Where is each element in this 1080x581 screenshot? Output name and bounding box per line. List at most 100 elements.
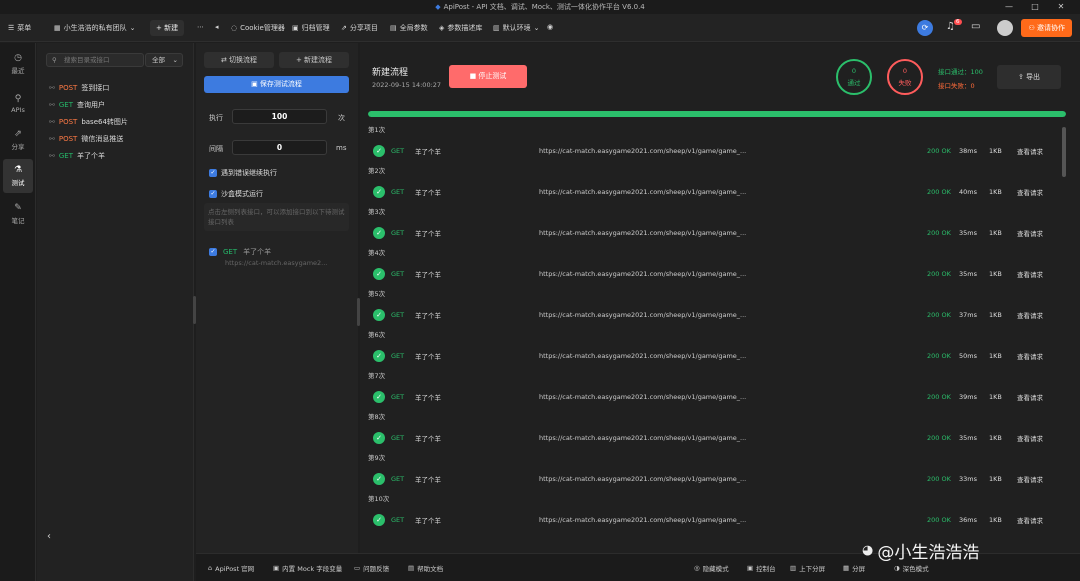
sync-icon[interactable]: ⟳ [917, 20, 933, 36]
theme-button[interactable]: ◑ 深色模式 [894, 563, 929, 573]
param-library-button[interactable]: ◈ 参数描述库 [439, 23, 482, 33]
nav-notes[interactable]: ✎ 笔记 [0, 197, 36, 231]
maximize-button[interactable]: □ [1022, 0, 1048, 14]
view-request-link[interactable]: 查看请求 [1017, 351, 1043, 361]
document-icon[interactable]: ▭ [971, 21, 980, 32]
window-titlebar: ◆ ApiPost - API 文档、调试、Mock、测试一体化协作平台 V6.… [0, 0, 1080, 14]
flow-item-checkbox[interactable]: ✓ [209, 248, 217, 256]
results-scrollbar[interactable] [1062, 127, 1066, 177]
nav-test[interactable]: ⚗ 测试 [3, 159, 33, 193]
official-site-link[interactable]: ⌂ ApiPost 官网 [208, 563, 254, 573]
hide-mode-button[interactable]: ◎ 隐藏模式 [694, 563, 729, 573]
share-project-button[interactable]: ⇗ 分享项目 [341, 23, 378, 33]
method-badge: GET [391, 146, 405, 155]
team-selector[interactable]: ▦ 小生浩浩的私有团队 ⌄ [54, 23, 136, 33]
help-docs-link[interactable]: ▤ 帮助文档 [408, 563, 443, 573]
avatar[interactable] [997, 20, 1013, 36]
hide-mode-label: 隐藏模式 [702, 565, 729, 573]
close-button[interactable]: ✕ [1048, 0, 1074, 14]
status-code: 200 OK [927, 228, 951, 237]
success-check-icon: ✓ [373, 267, 385, 280]
result-row[interactable]: ✓ GET 羊了个羊 https://cat-match.easygame2021.c… [368, 465, 1068, 492]
feedback-icon: ▭ [354, 564, 361, 572]
view-request-link[interactable]: 查看请求 [1017, 474, 1043, 484]
param-library-label: 参数描述库 [447, 24, 483, 32]
flow-config-panel: ⇄ 切换流程 + 新建流程 ▣ 保存测试流程 执行 100 次 间隔 0 ms … [196, 43, 358, 553]
split-vertical-button[interactable]: ▥ 上下分屏 [790, 563, 825, 573]
view-request-link[interactable]: 查看请求 [1017, 515, 1043, 525]
response-size: 1KB [989, 228, 1002, 237]
status-code: 200 OK [927, 351, 951, 360]
export-button[interactable]: ⇪ 导出 [997, 65, 1061, 89]
api-item[interactable]: ⚯ POST 签到接口 [49, 79, 189, 96]
run-label: 第3次 [368, 208, 386, 216]
view-request-link[interactable]: 查看请求 [1017, 187, 1043, 197]
save-test-flow-button[interactable]: ▣ 保存测试流程 [204, 76, 349, 93]
api-name: 羊了个羊 [415, 311, 441, 320]
response-size: 1KB [989, 515, 1002, 524]
sandbox-mode-checkbox[interactable]: ✓ 沙盒模式运行 [209, 189, 263, 199]
result-row[interactable]: ✓ GET 羊了个羊 https://cat-match.easygame2021.c… [368, 301, 1068, 328]
api-item[interactable]: ⚯ POST base64转图片 [49, 113, 189, 130]
console-button[interactable]: ▣ 控制台 [747, 563, 776, 573]
menu-button[interactable]: ☰ 菜单 [8, 23, 31, 33]
continue-on-error-checkbox[interactable]: ✓ 遇到错误继续执行 [209, 168, 277, 178]
view-request-link[interactable]: 查看请求 [1017, 269, 1043, 279]
api-name: 羊了个羊 [415, 516, 441, 525]
collapse-sidebar-icon[interactable]: ‹ [47, 531, 51, 542]
feedback-link[interactable]: ▭ 问题反馈 [354, 563, 389, 573]
weibo-logo-icon: ◕ [862, 543, 874, 558]
status-code: 200 OK [927, 474, 951, 483]
api-sidebar: ⚲ 搜索目录或接口 全部 ⌄ ⚯ POST 签到接口 ⚯ GET 查询用户 ⚯ … [37, 43, 194, 581]
invite-collaboration-button[interactable]: ⚇ 邀请协作 [1021, 19, 1072, 37]
view-request-link[interactable]: 查看请求 [1017, 310, 1043, 320]
nav-apis[interactable]: ⚲ APIs [0, 87, 36, 121]
api-item[interactable]: ⚯ GET 羊了个羊 [49, 147, 189, 164]
view-request-link[interactable]: 查看请求 [1017, 433, 1043, 443]
view-request-link[interactable]: 查看请求 [1017, 146, 1043, 156]
flow-title: 新建流程 [372, 68, 409, 78]
view-request-link[interactable]: 查看请求 [1017, 228, 1043, 238]
layout-button[interactable]: ▦ 分屏 [843, 563, 865, 573]
archive-button[interactable]: ▣ 归档管理 [292, 23, 330, 33]
result-row[interactable]: ✓ GET 羊了个羊 https://cat-match.easygame2021.c… [368, 506, 1068, 533]
eye-icon[interactable]: ◉ [547, 23, 553, 31]
environment-selector[interactable]: ▥ 默认环境 ⌄ [493, 23, 540, 33]
continue-on-error-label: 遇到错误继续执行 [221, 169, 277, 177]
more-icon[interactable]: ⋯ [197, 23, 204, 31]
result-row[interactable]: ✓ GET 羊了个羊 https://cat-match.easygame2021.c… [368, 137, 1068, 164]
new-flow-button[interactable]: + 新建流程 [279, 52, 349, 68]
filter-value: 全部 [152, 56, 165, 64]
result-row[interactable]: ✓ GET 羊了个羊 https://cat-match.easygame2021.c… [368, 178, 1068, 205]
result-row[interactable]: ✓ GET 羊了个羊 https://cat-match.easygame2021.c… [368, 219, 1068, 246]
stop-test-button[interactable]: ■ 停止测试 [449, 65, 527, 88]
results-list: 第1次 ✓ GET 羊了个羊 https://cat-match.easygame202… [368, 123, 1068, 533]
switch-flow-button[interactable]: ⇄ 切换流程 [204, 52, 274, 68]
api-item[interactable]: ⚯ GET 查询用户 [49, 96, 189, 113]
minimize-button[interactable]: — [996, 0, 1022, 14]
result-row[interactable]: ✓ GET 羊了个羊 https://cat-match.easygame2021.c… [368, 383, 1068, 410]
search-input[interactable]: ⚲ 搜索目录或接口 [46, 53, 144, 67]
nav-share[interactable]: ⇗ 分享 [0, 123, 36, 157]
scroll-left-icon[interactable]: ◂ [215, 23, 219, 31]
api-item[interactable]: ⚯ POST 微信消息推送 [49, 130, 189, 147]
result-row[interactable]: ✓ GET 羊了个羊 https://cat-match.easygame2021.c… [368, 260, 1068, 287]
method-badge: GET [391, 392, 405, 401]
view-request-link[interactable]: 查看请求 [1017, 392, 1043, 402]
result-row[interactable]: ✓ GET 羊了个羊 https://cat-match.easygame2021.c… [368, 342, 1068, 369]
flow-api-item[interactable]: ✓ GET 羊了个羊 https://cat-match.easygame2..… [209, 247, 349, 267]
nav-recent[interactable]: ◷ 最近 [0, 47, 36, 81]
status-code: 200 OK [927, 392, 951, 401]
new-button[interactable]: + 新建 [150, 20, 185, 36]
response-size: 1KB [989, 392, 1002, 401]
exec-count-input[interactable]: 100 [232, 109, 327, 124]
response-time: 40ms [959, 187, 977, 196]
team-icon: ▦ [54, 24, 61, 32]
filter-select[interactable]: 全部 ⌄ [145, 53, 183, 67]
global-params-button[interactable]: ▤ 全局参数 [390, 23, 428, 33]
mock-vars-link[interactable]: ▣ 内置 Mock 字段变量 [273, 563, 342, 573]
interval-input[interactable]: 0 [232, 140, 327, 155]
cookie-manager-button[interactable]: ◌ Cookie管理器 [231, 23, 285, 33]
invite-icon: ⚇ [1028, 24, 1035, 32]
result-row[interactable]: ✓ GET 羊了个羊 https://cat-match.easygame2021.c… [368, 424, 1068, 451]
